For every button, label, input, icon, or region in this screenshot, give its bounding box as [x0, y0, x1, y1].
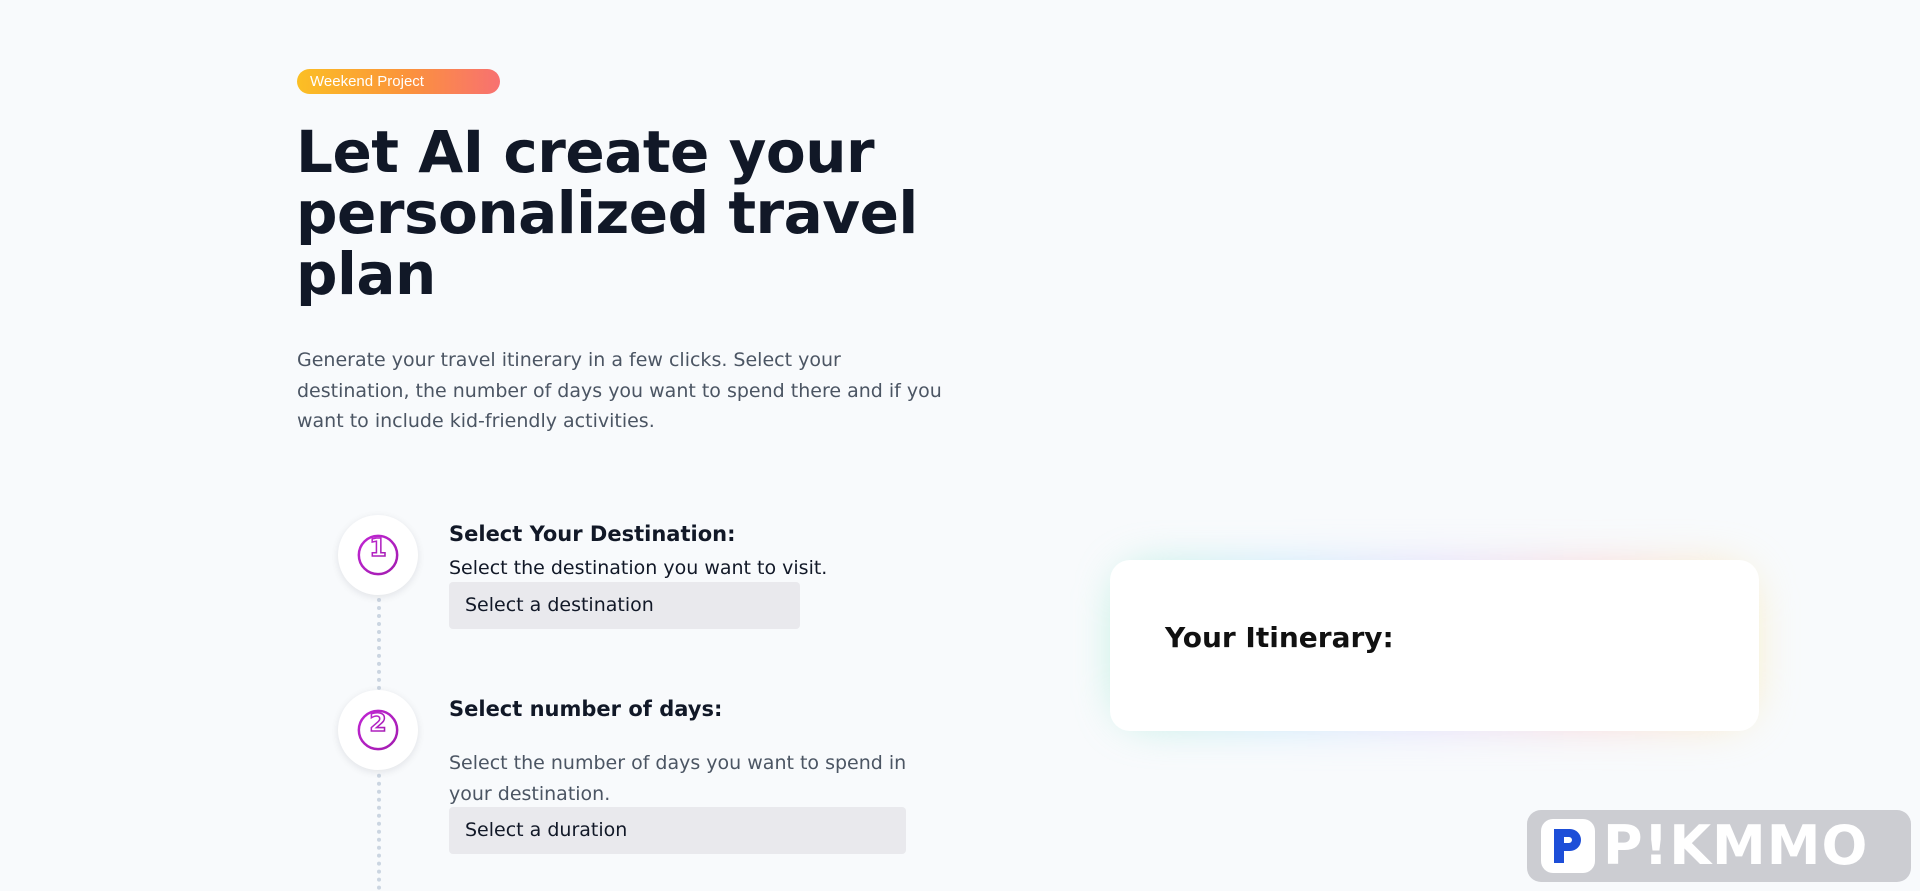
number-2-circle-icon: 2: [357, 707, 399, 751]
step-1-description: Select the destination you want to visit…: [449, 557, 828, 579]
step-2-number: 2: [369, 708, 386, 737]
number-1-circle-icon: 1: [357, 532, 399, 576]
step-2-title: Select number of days:: [449, 697, 723, 721]
pikmmo-logo-icon: [1541, 819, 1595, 873]
pikmmo-watermark-text: P!KMMO: [1603, 814, 1869, 877]
step-2-badge: 2: [338, 690, 418, 770]
page-headline: Let AI create your personalized travel p…: [296, 118, 918, 308]
duration-select[interactable]: Select a duration: [449, 807, 906, 854]
step-2-description: Select the number of days you want to sp…: [449, 752, 907, 805]
itinerary-title: Your Itinerary:: [1165, 621, 1394, 654]
itinerary-card: Your Itinerary:: [1110, 560, 1759, 731]
page-subtitle: Generate your travel itinerary in a few …: [297, 349, 942, 432]
page: Weekend Project Let AI create your perso…: [0, 0, 1920, 891]
step-1-badge: 1: [338, 515, 418, 595]
weekend-project-badge: Weekend Project: [297, 69, 500, 94]
step-1-title: Select Your Destination:: [449, 522, 736, 546]
step-1-number: 1: [369, 533, 386, 562]
p-letter-icon: [1554, 829, 1581, 863]
destination-select[interactable]: Select a destination: [449, 582, 800, 629]
pikmmo-watermark: P!KMMO: [1527, 810, 1911, 882]
